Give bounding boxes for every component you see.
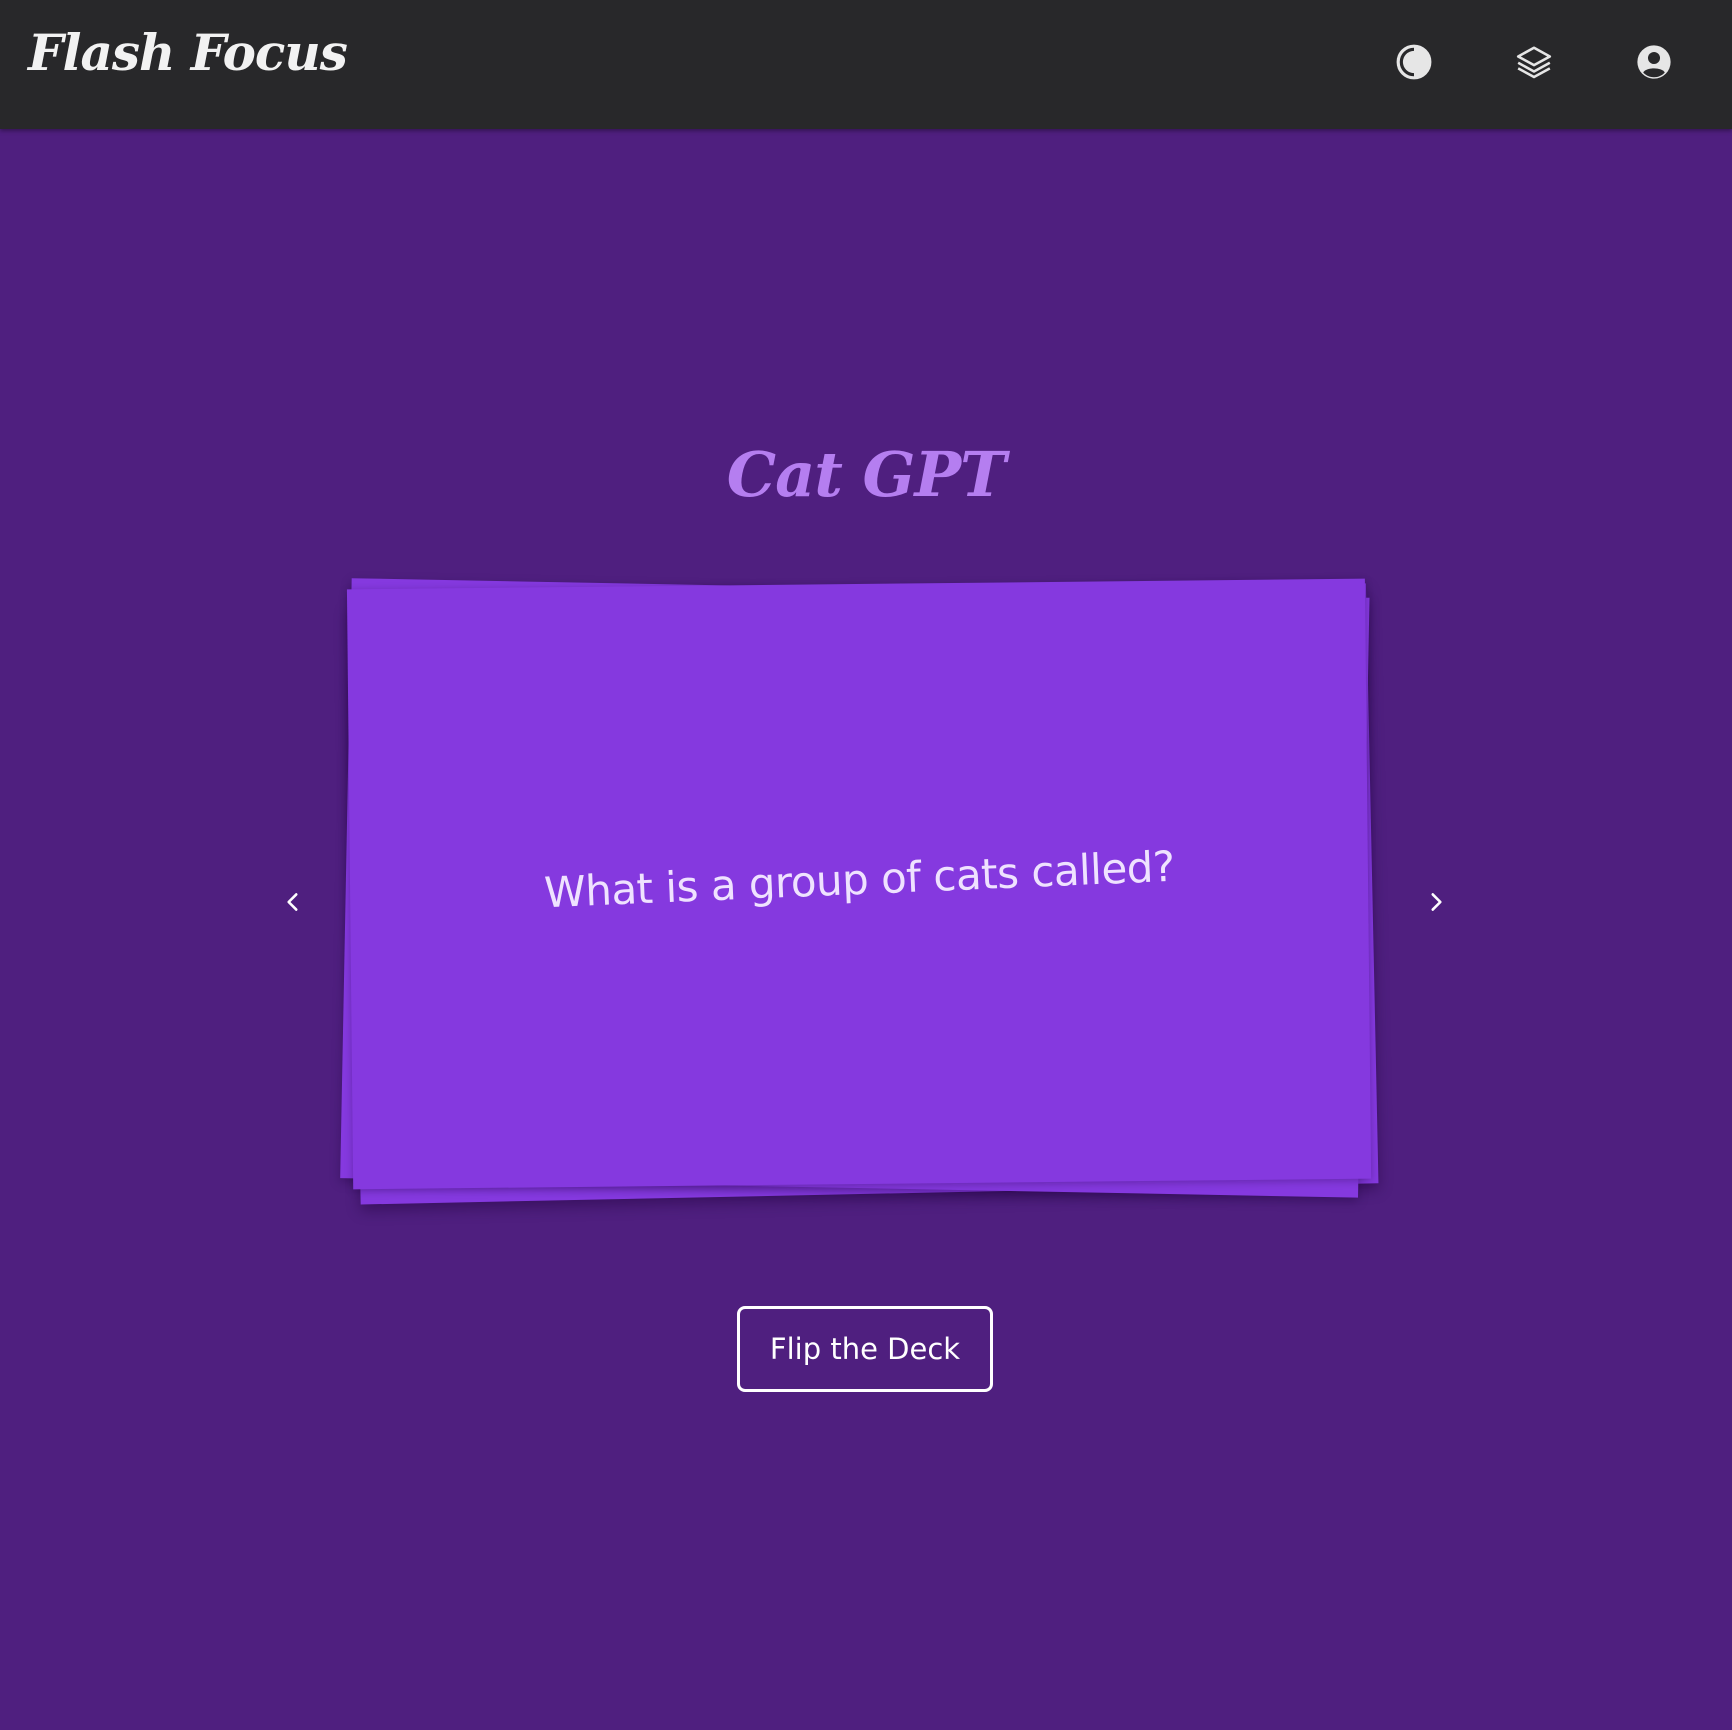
top-navbar: Flash Focus <box>0 0 1732 129</box>
flashcard-deck: What is a group of cats called? <box>340 578 1379 1205</box>
current-flashcard[interactable]: What is a group of cats called? <box>346 578 1372 1190</box>
contrast-icon[interactable] <box>1390 38 1438 86</box>
previous-card-button[interactable] <box>275 884 311 920</box>
next-card-button[interactable] <box>1418 884 1454 920</box>
deck-title: Cat GPT <box>726 438 1006 511</box>
brand-logo[interactable]: Flash Focus <box>28 28 348 78</box>
contrast-icon-graphic <box>1396 44 1432 80</box>
layers-icon-graphic <box>1516 46 1552 79</box>
user-icon-graphic <box>1637 45 1671 79</box>
user-icon[interactable] <box>1630 38 1678 86</box>
card-question-text: What is a group of cats called? <box>542 841 1176 917</box>
chevron-right-icon <box>1431 893 1442 911</box>
flip-deck-button[interactable]: Flip the Deck <box>737 1306 993 1392</box>
layers-icon[interactable] <box>1510 38 1558 86</box>
chevron-left-icon <box>287 893 298 911</box>
